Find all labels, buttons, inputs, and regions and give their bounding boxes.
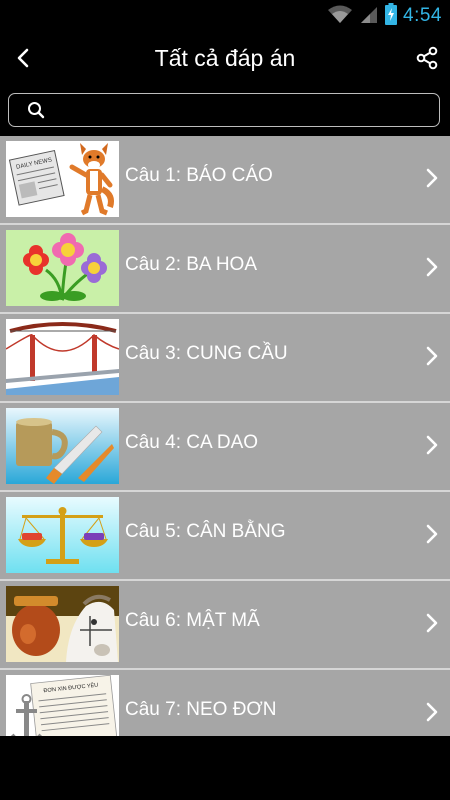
mug-knife-image [6, 408, 119, 484]
chevron-right-icon [424, 700, 440, 724]
chevron-right-icon [424, 522, 440, 546]
bow-bridge-image [6, 319, 119, 395]
list-item[interactable]: Câu 2: BA HOA [0, 225, 450, 314]
balance-scale-image [6, 497, 119, 573]
search-icon [27, 100, 47, 120]
search-bar [0, 88, 450, 136]
chevron-right-icon [424, 611, 440, 635]
three-flowers-image [6, 230, 119, 306]
anchor-document-image: ĐƠN XIN ĐƯỢC YÊU [6, 675, 119, 736]
share-icon [415, 46, 439, 75]
status-time: 4:54 [403, 5, 442, 26]
chevron-right-icon [424, 166, 440, 190]
list-item[interactable]: Câu 3: CUNG CẦU [0, 314, 450, 403]
list-item[interactable]: ĐƠN XIN ĐƯỢC YÊU Câu 7: NEO ĐƠN [0, 670, 450, 736]
chevron-right-icon [424, 255, 440, 279]
list-item-label: Câu 7: NEO ĐƠN [125, 699, 277, 720]
chevron-right-icon [424, 433, 440, 457]
answer-list: DAILY NEWS Câu 1: BÁO CÁO Câu 2: BA HOA … [0, 136, 450, 736]
list-item[interactable]: DAILY NEWS Câu 1: BÁO CÁO [0, 136, 450, 225]
chevron-right-icon [424, 344, 440, 368]
list-item[interactable]: Câu 4: CA DAO [0, 403, 450, 492]
list-item-label: Câu 1: BÁO CÁO [125, 165, 273, 186]
battery-charging-icon [385, 2, 398, 30]
page-title: Tất cả đáp án [154, 45, 296, 71]
list-item-label: Câu 5: CÂN BẰNG [125, 521, 286, 542]
app-header: Tất cả đáp án [0, 33, 450, 88]
wifi-icon [327, 4, 353, 29]
bottom-area [0, 736, 450, 800]
list-item[interactable]: Câu 6: MẬT MÃ [0, 581, 450, 670]
list-item[interactable]: Câu 5: CÂN BẰNG [0, 492, 450, 581]
list-item-label: Câu 3: CUNG CẦU [125, 343, 288, 364]
status-bar: 4:54 [0, 0, 450, 33]
newspaper-fox-image: DAILY NEWS [6, 141, 119, 217]
honey-horse-image [6, 586, 119, 662]
list-item-label: Câu 2: BA HOA [125, 254, 258, 275]
list-item-label: Câu 6: MẬT MÃ [125, 610, 260, 631]
signal-icon [359, 4, 379, 29]
share-button[interactable] [410, 43, 444, 77]
list-item-label: Câu 4: CA DAO [125, 432, 259, 453]
search-input[interactable] [47, 95, 439, 125]
search-box[interactable] [8, 93, 440, 127]
